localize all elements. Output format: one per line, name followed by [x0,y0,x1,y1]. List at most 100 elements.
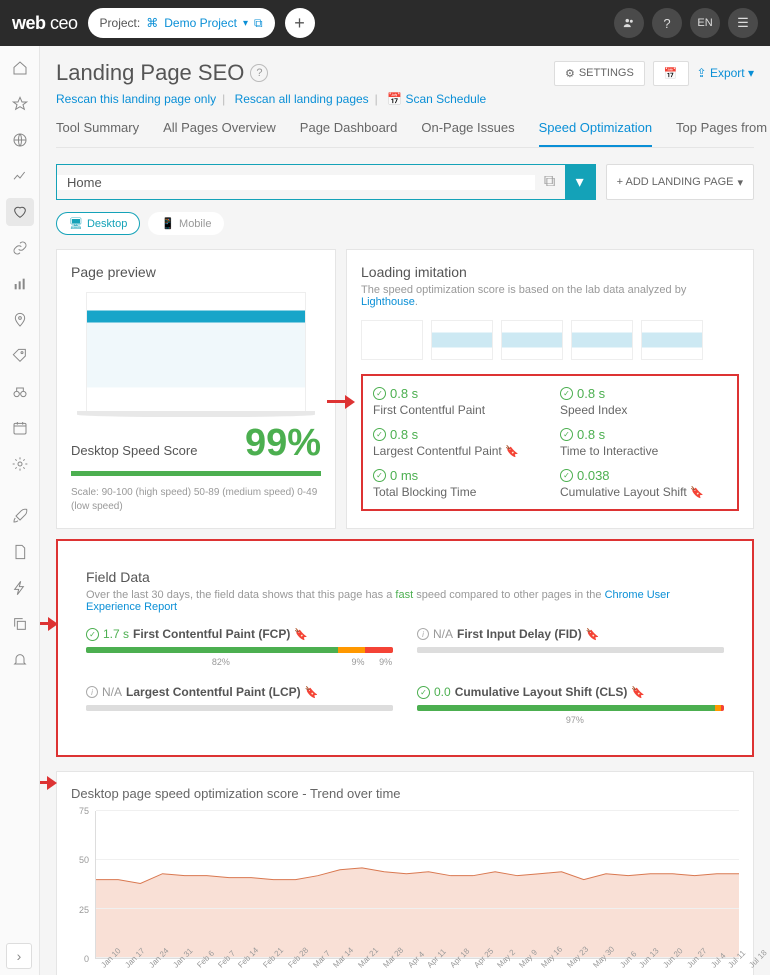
rail-star-icon[interactable] [6,90,34,118]
tabs: Tool Summary All Pages Overview Page Dashb… [56,120,754,148]
loading-sub: The speed optimization score is based on… [361,284,739,308]
export-button[interactable]: ⇪ Export ▾ [697,66,754,80]
rail-bars-icon[interactable] [6,270,34,298]
rail-globe-icon[interactable] [6,126,34,154]
settings-button[interactable]: ⚙SETTINGS [554,61,645,86]
lab-metric: ✓ 0.8 sSpeed Index [560,386,727,417]
check-icon: ✓ [373,469,386,482]
mobile-toggle[interactable]: 📱Mobile [148,212,224,235]
rail-calendar-icon[interactable] [6,414,34,442]
gear-icon: ⚙ [565,67,575,80]
chevron-down-icon[interactable]: ▾ [565,165,595,199]
landing-page-input[interactable] [57,175,535,190]
add-project-button[interactable]: + [285,8,315,38]
share-icon: ⌘ [146,16,158,30]
trend-chart: 0255075 Jan 10Jan 17Jan 24Jan 31Feb 6Feb… [71,811,739,975]
desktop-toggle[interactable]: 🖥Desktop [56,212,140,235]
score-label: Desktop Speed Score [71,443,197,458]
rail-link-icon[interactable] [6,234,34,262]
lighthouse-link[interactable]: Lighthouse [361,296,415,308]
trend-heading: Desktop page speed optimization score - … [71,786,739,801]
collapse-sidebar-button[interactable]: › [6,943,32,969]
chevron-down-icon: ▾ [737,176,743,189]
check-icon: ✓ [560,428,573,441]
check-icon: ✓ [373,387,386,400]
bookmark-icon: 🔖 [305,686,319,699]
rail-chart-icon[interactable] [6,162,34,190]
rail-heart-icon[interactable] [6,198,34,226]
field-metric: i N/A First Input Delay (FID) 🔖 [417,627,724,669]
rail-bolt-icon[interactable] [6,574,34,602]
lab-metric: ✓ 0.8 sTime to Interactive [560,427,727,458]
check-icon: ✓ [373,428,386,441]
rescan-one-link[interactable]: Rescan this landing page only [56,92,216,106]
arrow-icon [40,617,58,631]
calendar-icon: 📅 [664,67,678,80]
field-metric: ✓ 1.7 s First Contentful Paint (FCP) 🔖82… [86,627,393,669]
topbar: web ceo Project: ⌘ Demo Project ▾ ⧉ + ? … [0,0,770,46]
main-content: Landing Page SEO ? ⚙SETTINGS 📅 ⇪ Export … [40,46,770,975]
rail-copy-icon[interactable] [6,610,34,638]
field-data-card: Field Data Over the last 30 days, the fi… [56,539,754,757]
calendar-button[interactable]: 📅 [653,61,689,86]
rail-home-icon[interactable] [6,54,34,82]
help-icon[interactable]: ? [250,64,268,82]
rail-rocket-icon[interactable] [6,502,34,530]
arrow-icon [40,776,57,790]
rail-pin-icon[interactable] [6,306,34,334]
logo: web ceo [12,13,78,34]
bookmark-icon: 🔖 [690,487,704,499]
tab-page-dashboard[interactable]: Page Dashboard [300,120,398,147]
bookmark-icon: 🔖 [631,686,645,699]
scan-schedule-link[interactable]: Scan Schedule [405,92,486,106]
rail-binoculars-icon[interactable] [6,378,34,406]
rail-doc-icon[interactable] [6,538,34,566]
landing-page-select[interactable]: ⧉ ▾ [56,164,596,200]
lab-metric: ✓ 0.8 sLargest Contentful Paint 🔖 [373,427,540,458]
lab-metrics: ✓ 0.8 sFirst Contentful Paint✓ 0.8 sSpee… [361,374,739,511]
users-icon[interactable] [614,8,644,38]
add-landing-page-button[interactable]: + ADD LANDING PAGE ▾ [606,164,754,200]
scale-text: Scale: 90-100 (high speed) 50-89 (medium… [71,486,321,514]
loading-card: Loading imitation The speed optimization… [346,249,754,529]
mobile-icon: 📱 [161,217,175,230]
external-link-icon[interactable]: ⧉ [535,173,565,191]
chevron-down-icon: ▾ [748,66,754,80]
external-link-icon[interactable]: ⧉ [254,16,263,31]
calendar-icon: 📅 [387,92,402,106]
trend-card: Desktop page speed optimization score - … [56,771,754,975]
project-selector[interactable]: Project: ⌘ Demo Project ▾ ⧉ [88,8,275,38]
lab-metric: ✓ 0.038Cumulative Layout Shift 🔖 [560,468,727,499]
chevron-down-icon: ▾ [243,18,248,29]
rescan-all-link[interactable]: Rescan all landing pages [235,92,369,106]
thumb [431,320,493,360]
tab-top-pages-from-search-cons[interactable]: Top Pages from Search Cons [676,120,770,147]
tab-on-page-issues[interactable]: On-Page Issues [421,120,514,147]
page-title: Landing Page SEO ? [56,60,268,86]
bookmark-icon: 🔖 [586,628,600,641]
bookmark-icon: 🔖 [294,628,308,641]
info-icon: i [417,628,429,640]
help-icon[interactable]: ? [652,8,682,38]
field-sub: Over the last 30 days, the field data sh… [86,589,724,613]
rail-tag-icon[interactable] [6,342,34,370]
tab-tool-summary[interactable]: Tool Summary [56,120,139,147]
check-icon: ✓ [560,469,573,482]
check-icon: ✓ [560,387,573,400]
page-screenshot [86,292,306,412]
info-icon: i [86,686,98,698]
sidebar [0,46,40,975]
rail-bell-icon[interactable] [6,646,34,674]
field-metric: i N/A Largest Contentful Paint (LCP) 🔖 [86,685,393,727]
tab-speed-optimization[interactable]: Speed Optimization [539,120,652,147]
field-heading: Field Data [86,569,724,585]
loading-heading: Loading imitation [361,264,739,280]
menu-icon[interactable]: ☰ [728,8,758,38]
tab-all-pages-overview[interactable]: All Pages Overview [163,120,276,147]
bookmark-icon: 🔖 [505,446,519,458]
preview-heading: Page preview [71,264,321,280]
desktop-icon: 🖥 [69,217,83,230]
rail-gear-icon[interactable] [6,450,34,478]
language-selector[interactable]: EN [690,8,720,38]
sub-links: Rescan this landing page only| Rescan al… [56,92,754,106]
